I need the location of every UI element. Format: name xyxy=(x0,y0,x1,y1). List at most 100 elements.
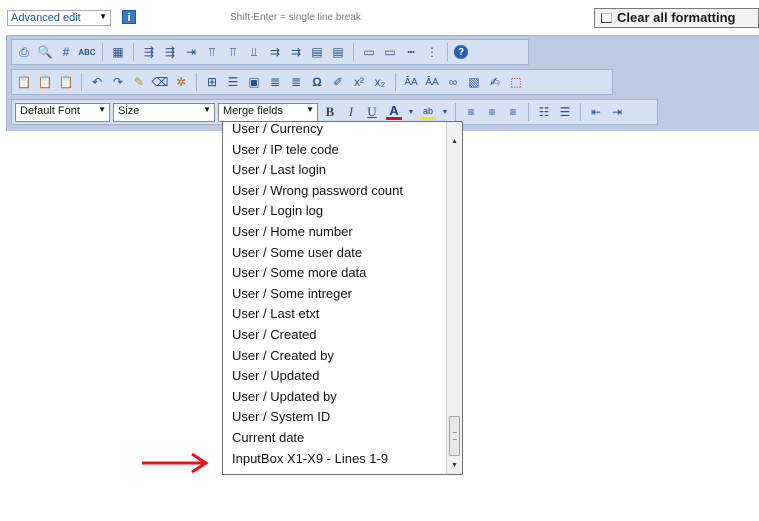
superscript-icon[interactable]: x² xyxy=(350,73,368,91)
merge-field-option[interactable]: User / Login log xyxy=(223,201,445,222)
table-props-icon[interactable]: ▤ xyxy=(329,43,347,61)
merge-field-option[interactable]: User / Created by xyxy=(223,346,445,367)
merge-field-option[interactable]: User / Created xyxy=(223,325,445,346)
toolbar-divider xyxy=(196,73,197,91)
link-icon[interactable]: ∞ xyxy=(444,73,462,91)
toolbar-divider xyxy=(395,73,396,91)
merge-field-option[interactable]: User / Updated xyxy=(223,366,445,387)
paste-icon[interactable]: 📋 xyxy=(15,73,33,91)
chevron-down-icon[interactable]: ▼ xyxy=(441,103,449,121)
merge-field-option[interactable]: User / Home number xyxy=(223,222,445,243)
image-manager-icon[interactable]: ▧ xyxy=(465,73,483,91)
edit-mode-select[interactable]: Advanced edit ▼ xyxy=(7,10,111,26)
clear-formatting-button[interactable]: Clear all formatting xyxy=(594,8,759,28)
font-down-icon[interactable]: ÂA xyxy=(423,73,441,91)
merge-cells-icon[interactable]: ⇉ xyxy=(287,43,305,61)
paragraph-icon[interactable]: ≣ xyxy=(266,73,284,91)
merge-field-option[interactable]: User / Last etxt xyxy=(223,304,445,325)
edit-icon[interactable]: ✍ xyxy=(486,73,504,91)
emoticon-icon[interactable]: ✐ xyxy=(329,73,347,91)
image-icon[interactable]: ▣ xyxy=(245,73,263,91)
pdf-icon[interactable]: ⬚ xyxy=(507,73,525,91)
subscript-icon[interactable]: x₂ xyxy=(371,73,389,91)
merge-field-option[interactable]: User / Currency xyxy=(223,122,445,140)
undo-icon[interactable]: ↶ xyxy=(88,73,106,91)
table-row-icon[interactable]: ▭ xyxy=(381,43,399,61)
remove-format-icon[interactable]: ✲ xyxy=(172,73,190,91)
paste-word-icon[interactable]: 📋 xyxy=(57,73,75,91)
separator-icon[interactable]: ⋮ xyxy=(423,43,441,61)
merge-fields-select[interactable]: Merge fields ▼ xyxy=(218,102,318,122)
font-select[interactable]: Default Font ▼ xyxy=(15,102,110,122)
italic-button[interactable]: I xyxy=(342,103,360,121)
table-icon[interactable]: ▦ xyxy=(109,43,127,61)
merge-field-option[interactable]: User / Last login xyxy=(223,160,445,181)
insert-row-after-icon[interactable]: ⇶ xyxy=(161,43,179,61)
eraser-icon[interactable]: ⌫ xyxy=(151,73,169,91)
chevron-down-icon[interactable]: ▼ xyxy=(407,103,415,121)
clear-formatting-label: Clear all formatting xyxy=(617,10,736,25)
special-char-icon[interactable]: Ω xyxy=(308,73,326,91)
merge-field-option[interactable]: User / IP tele code xyxy=(223,140,445,161)
red-arrow-icon xyxy=(142,452,209,474)
size-select[interactable]: Size ▼ xyxy=(113,102,215,122)
table-delete-icon[interactable]: ▭ xyxy=(360,43,378,61)
insert-col-before-icon[interactable]: ⫪ xyxy=(203,43,221,61)
toolbar-divider xyxy=(102,43,103,61)
chevron-down-icon: ▼ xyxy=(98,104,106,114)
line-break-hint: Shift-Enter = single line break xyxy=(230,12,361,23)
font-color-button[interactable]: A xyxy=(384,103,404,121)
bold-button[interactable]: B xyxy=(321,103,339,121)
unordered-list-icon[interactable]: ☰ xyxy=(556,103,574,121)
edit-mode-label: Advanced edit xyxy=(11,12,81,24)
line-icon[interactable]: ☰ xyxy=(224,73,242,91)
spellcheck-icon[interactable]: ABC xyxy=(78,43,96,61)
align-center-icon[interactable]: ≡ xyxy=(483,103,501,121)
merge-field-option[interactable]: InputBox X1-X9 - Lines 1-9 xyxy=(223,449,445,470)
merge-field-option[interactable]: User / Some user date xyxy=(223,243,445,264)
hr-icon[interactable]: ┅ xyxy=(402,43,420,61)
merge-field-option[interactable]: Current date xyxy=(223,428,445,449)
print-icon[interactable]: ⎙ xyxy=(15,43,33,61)
split-cell-icon[interactable]: ⇉ xyxy=(266,43,284,61)
align-right-icon[interactable]: ≡ xyxy=(504,103,522,121)
dropdown-scrollbar[interactable]: ▲ ▼ xyxy=(446,122,462,474)
highlight-bar xyxy=(420,116,436,120)
top-bar: Advanced edit ▼ i Shift-Enter = single l… xyxy=(0,0,759,34)
chevron-down-icon: ▼ xyxy=(306,104,314,114)
merge-fields-dropdown[interactable]: User / Currency User / IP tele code User /… xyxy=(222,121,463,475)
highlight-button[interactable]: ab xyxy=(418,103,438,121)
info-icon[interactable]: i xyxy=(122,10,136,24)
redo-icon[interactable]: ↷ xyxy=(109,73,127,91)
toolbar-area: ⎙ 🔍 # ABC ▦ ⇶ ⇶ ⇥ ⫪ ⫪ ⫫ ⇉ ⇉ ▤ ▤ ▭ ▭ ┅ ⋮ … xyxy=(6,35,759,131)
cell-props-icon[interactable]: ▤ xyxy=(308,43,326,61)
align-left-icon[interactable]: ≡ xyxy=(462,103,480,121)
size-select-label: Size xyxy=(118,104,140,117)
insert-row-before-icon[interactable]: ⇶ xyxy=(140,43,158,61)
scroll-thumb[interactable] xyxy=(449,416,460,456)
help-icon[interactable]: ? xyxy=(454,45,468,59)
scroll-down-icon[interactable]: ▼ xyxy=(447,458,462,474)
underline-button[interactable]: U xyxy=(363,103,381,121)
paragraph-icon[interactable]: ≣ xyxy=(287,73,305,91)
delete-row-icon[interactable]: ⇥ xyxy=(182,43,200,61)
indent-icon[interactable]: ⇥ xyxy=(608,103,626,121)
preview-icon[interactable]: 🔍 xyxy=(36,43,54,61)
insert-col-after-icon[interactable]: ⫪ xyxy=(224,43,242,61)
font-up-icon[interactable]: ÂA xyxy=(402,73,420,91)
toolbar-divider xyxy=(455,103,456,121)
merge-field-option[interactable]: User / Wrong password count xyxy=(223,181,445,202)
cleanup-icon[interactable]: ✎ xyxy=(130,73,148,91)
merge-field-option[interactable]: User / Some intreger xyxy=(223,284,445,305)
chevron-down-icon: ▼ xyxy=(203,104,211,114)
merge-field-option[interactable]: User / System ID xyxy=(223,407,445,428)
ordered-list-icon[interactable]: ☷ xyxy=(535,103,553,121)
outdent-icon[interactable]: ⇤ xyxy=(587,103,605,121)
merge-field-option[interactable]: User / Some more data xyxy=(223,263,445,284)
merge-field-option[interactable]: User / Updated by xyxy=(223,387,445,408)
delete-col-icon[interactable]: ⫫ xyxy=(245,43,263,61)
scroll-up-icon[interactable]: ▲ xyxy=(447,134,462,150)
find-icon[interactable]: # xyxy=(57,43,75,61)
paste-text-icon[interactable]: 📋 xyxy=(36,73,54,91)
template-icon[interactable]: ⊞ xyxy=(203,73,221,91)
